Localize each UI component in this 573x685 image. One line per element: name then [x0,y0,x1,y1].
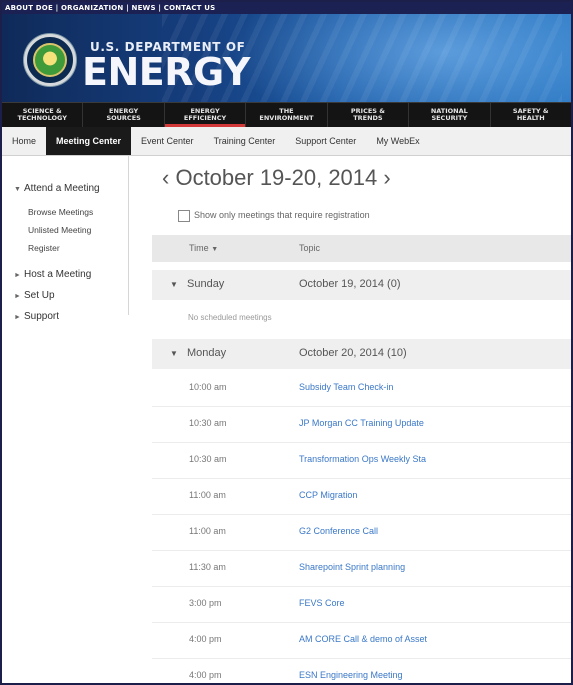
utility-nav[interactable]: ABOUT DOE | ORGANIZATION | NEWS | CONTAC… [2,2,571,14]
caret-down-icon: ▼ [14,186,21,193]
day-name: Monday [187,347,227,359]
tab-event-center[interactable]: Event Center [131,127,204,155]
table-row: 10:30 am JP Morgan CC Training Update [152,406,571,443]
week-range: October 19-20, 2014 [175,165,378,190]
cat-prices-trends[interactable]: PRICES & TRENDS [328,103,410,127]
meeting-topic-link[interactable]: G2 Conference Call [299,526,378,536]
meeting-time: 4:00 pm [189,670,222,680]
cat-energy-efficiency[interactable]: ENERGY EFFICIENCY [165,103,247,127]
doe-seal-logo[interactable] [24,34,76,86]
meeting-time: 11:00 am [189,526,226,536]
table-header: Time ▼ Topic [152,235,571,262]
meeting-topic-link[interactable]: CCP Migration [299,490,357,500]
sidebar-item-browse-meetings[interactable]: Browse Meetings [28,207,93,217]
expand-triangle-icon: ▼ [170,349,178,358]
cat-environment[interactable]: THE ENVIRONMENT [246,103,328,127]
sidebar-support-label: Support [24,311,60,322]
webex-tabs: Home Meeting Center Event Center Trainin… [2,127,571,156]
seal-emblem [33,43,67,77]
sidebar: ▼ Attend a Meeting Browse Meetings Unlist… [2,155,129,322]
tab-meeting-center[interactable]: Meeting Center [46,127,132,155]
meeting-time: 11:30 am [189,562,226,572]
sidebar-attend-label: Attend a Meeting [24,183,100,194]
meeting-topic-link[interactable]: ESN Engineering Meeting [299,670,403,680]
cat-science-technology[interactable]: SCIENCE & TECHNOLOGY [2,103,84,127]
tab-my-webex[interactable]: My WebEx [366,127,429,155]
week-title: ‹ October 19-20, 2014 › [162,167,391,189]
day-row-sunday[interactable]: ▼ Sunday October 19, 2014 (0) [152,270,571,300]
expand-triangle-icon: ▼ [170,280,178,289]
cat-safety-health[interactable]: SAFETY & HEALTH [491,103,571,127]
browser-frame: ABOUT DOE | ORGANIZATION | NEWS | CONTAC… [0,0,573,685]
sidebar-item-setup[interactable]: ► Set Up [14,290,55,301]
day-date: October 19, 2014 (0) [299,278,401,290]
table-row: 4:00 pm AM CORE Call & demo of Asset [152,622,571,659]
col-topic-header[interactable]: Topic [299,243,320,253]
table-row: 11:30 am Sharepoint Sprint planning [152,550,571,587]
tab-home[interactable]: Home [2,127,46,155]
doe-banner: U.S. DEPARTMENT OF ENERGY [2,14,571,102]
sidebar-item-unlisted-meeting[interactable]: Unlisted Meeting [28,225,91,235]
day-date: October 20, 2014 (10) [299,347,407,359]
banner-energy-text: ENERGY [82,50,250,94]
table-row: 11:00 am G2 Conference Call [152,514,571,551]
day-row-monday[interactable]: ▼ Monday October 20, 2014 (10) [152,339,571,369]
meeting-time: 10:00 am [189,382,227,392]
table-row: 3:00 pm FEVS Core [152,586,571,623]
no-meetings-message: No scheduled meetings [188,313,272,322]
col-time-label: Time [189,243,209,253]
sidebar-host-label: Host a Meeting [24,269,92,280]
cat-energy-sources[interactable]: ENERGY SOURCES [83,103,165,127]
sort-down-icon: ▼ [211,246,219,253]
table-row: 11:00 am CCP Migration [152,478,571,515]
category-nav: SCIENCE & TECHNOLOGY ENERGY SOURCES ENER… [2,102,571,127]
sidebar-item-host[interactable]: ► Host a Meeting [14,269,91,280]
sidebar-setup-label: Set Up [24,290,55,301]
meeting-time: 3:00 pm [189,598,222,608]
sidebar-item-register[interactable]: Register [28,243,60,253]
meeting-list-panel: ‹ October 19-20, 2014 › Show only meetin… [152,155,571,683]
registration-filter-checkbox[interactable] [178,210,190,222]
cat-national-security[interactable]: NATIONAL SECURITY [409,103,491,127]
meeting-topic-link[interactable]: Sharepoint Sprint planning [299,562,405,572]
sidebar-item-attend[interactable]: ▼ Attend a Meeting [14,183,100,194]
caret-right-icon: ► [14,293,21,300]
table-row: 4:00 pm ESN Engineering Meeting [152,658,571,683]
meeting-time: 10:30 am [189,418,227,428]
meeting-topic-link[interactable]: FEVS Core [299,598,345,608]
table-row: 10:30 am Transformation Ops Weekly Sta [152,442,571,479]
next-week-icon[interactable]: › [377,165,390,190]
meeting-topic-link[interactable]: Transformation Ops Weekly Sta [299,454,426,464]
meeting-topic-link[interactable]: JP Morgan CC Training Update [299,418,424,428]
tab-training-center[interactable]: Training Center [204,127,286,155]
meeting-topic-link[interactable]: AM CORE Call & demo of Asset [299,634,427,644]
caret-right-icon: ► [14,272,21,279]
meeting-time: 10:30 am [189,454,227,464]
sidebar-item-support[interactable]: ► Support [14,311,59,322]
content-area: ▼ Attend a Meeting Browse Meetings Unlist… [2,155,571,683]
table-row: 10:00 am Subsidy Team Check-in [152,370,571,407]
tab-support-center[interactable]: Support Center [285,127,366,155]
caret-right-icon: ► [14,314,21,321]
meeting-topic-link[interactable]: Subsidy Team Check-in [299,382,393,392]
prev-week-icon[interactable]: ‹ [162,165,175,190]
meeting-time: 11:00 am [189,490,226,500]
registration-filter-label: Show only meetings that require registra… [194,210,370,220]
col-time-header[interactable]: Time ▼ [189,243,218,253]
meeting-time: 4:00 pm [189,634,222,644]
day-name: Sunday [187,278,225,290]
